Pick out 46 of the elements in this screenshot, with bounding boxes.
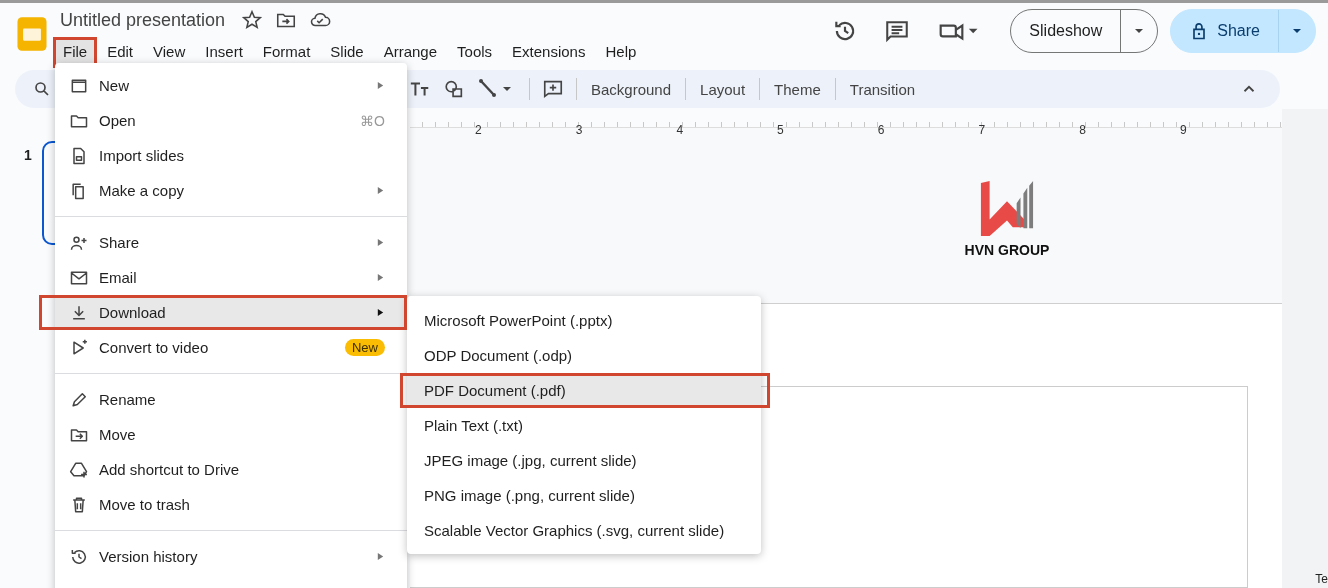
shortcut-text: ⌘O [360,112,385,129]
menu-item[interactable]: Version history [55,539,407,574]
menu-item[interactable]: Import slides [55,138,407,173]
star-icon[interactable] [241,9,264,31]
menu-bar-item[interactable]: Arrange [373,37,448,68]
menu-item[interactable]: Add shortcut to Drive [55,452,407,487]
menu-item[interactable]: Scalable Vector Graphics (.svg, current slide) [407,513,761,548]
ruler-label: 6 [877,123,885,137]
menu-item[interactable]: Plain Text (.txt) [407,408,761,443]
toolbar-button[interactable]: Background [589,80,674,98]
ruler-label: 7 [978,123,986,137]
menu-item[interactable]: Convert to video New [55,330,407,365]
menu-item[interactable]: Make a copy [55,173,407,208]
menu-item[interactable]: Share [55,225,407,260]
toolbar-button[interactable]: Layout [698,80,748,98]
menu-item[interactable]: JPEG image (.jpg, current slide) [407,443,761,478]
menu-item[interactable]: New [55,68,407,103]
menu-item[interactable]: Microsoft PowerPoint (.pptx) [407,303,761,338]
shapes-icon[interactable] [443,78,465,100]
ruler-label: 2 [475,123,482,137]
add-comment-icon[interactable] [542,78,564,100]
menu-item[interactable]: Open ⌘O [55,103,407,138]
slide-number: 1 [24,147,32,163]
menu-bar-item[interactable]: Help [595,37,647,68]
ruler-label: 9 [1179,123,1187,137]
menu-bar-item[interactable]: Extensions [502,37,596,68]
ruler-label: 5 [777,123,784,137]
comment-icon[interactable] [884,18,911,44]
ruler-label: 4 [676,123,684,137]
search-icon[interactable] [33,80,51,98]
toolbar-button[interactable]: Transition [847,80,918,98]
menu-item[interactable]: Rename [55,382,407,417]
menu-item[interactable]: Move [55,417,407,452]
ruler-label: 3 [575,123,583,137]
toolbar-button[interactable]: Theme [772,80,823,98]
logo-drawing [978,179,1036,236]
menu-item[interactable]: ODP Document (.odp) [407,338,761,373]
menu-bar-item[interactable]: Tools [447,37,503,68]
menu-item[interactable]: Move to trash [55,487,407,522]
ruler-label: 8 [1079,123,1086,137]
logo-text: HVN GROUP [964,241,1050,258]
new-badge: New [345,339,385,356]
menu-item[interactable]: PNG image (.png, current slide) [407,478,761,513]
document-title[interactable]: Untitled presentation [60,9,226,31]
menu-item[interactable]: Email [55,260,407,295]
edge-text: Te [1315,572,1328,586]
